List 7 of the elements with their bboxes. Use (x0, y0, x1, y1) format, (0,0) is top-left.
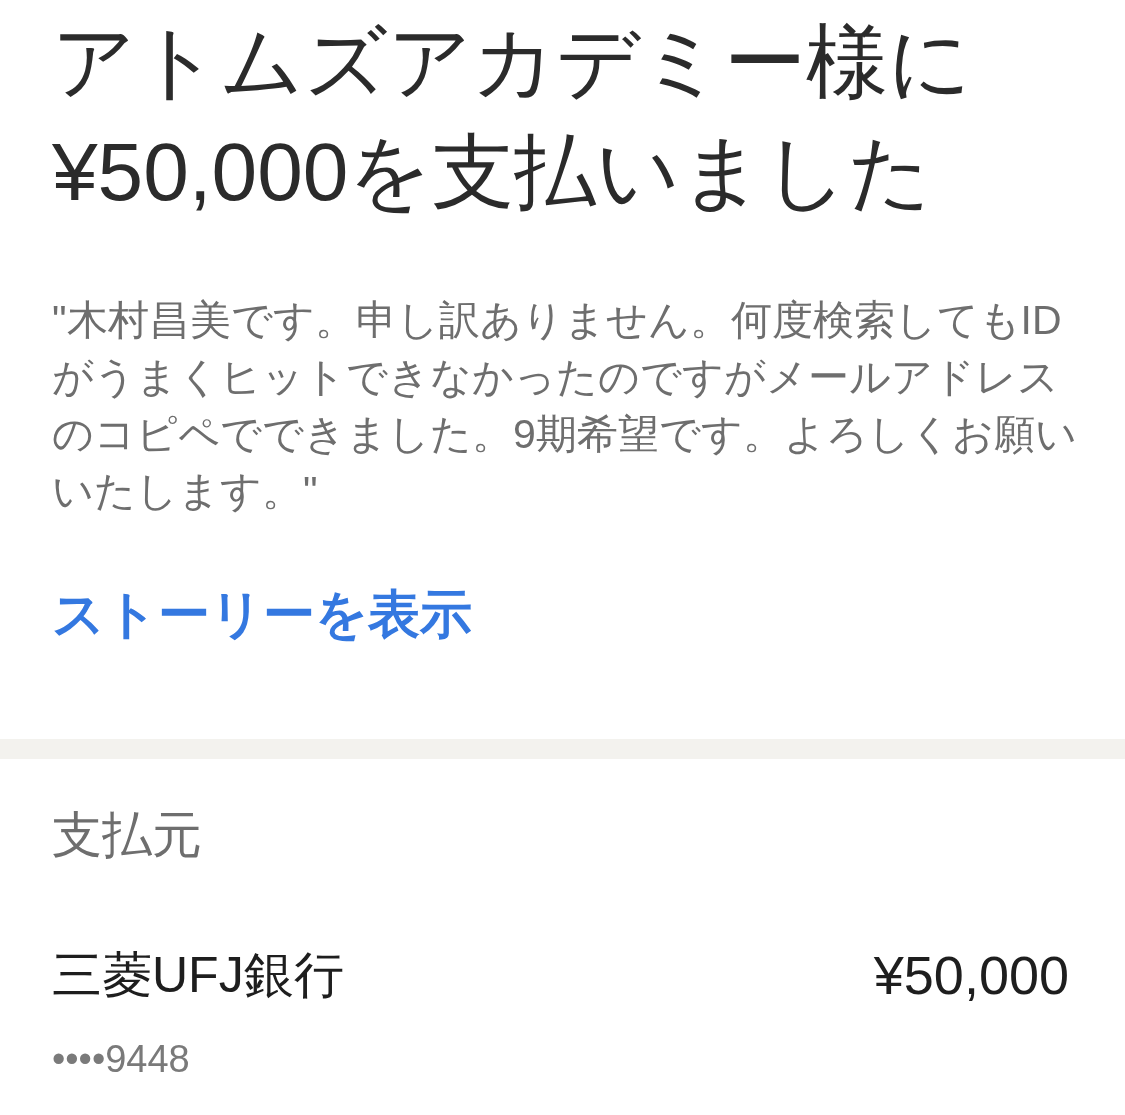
payment-message: "木村昌美です。申し訳ありません。何度検索してもIDがうまくヒットできなかったのですがメールアドレスのコピペでできました。9期希望です。よろしくお願いいたします。" (52, 296, 1078, 516)
bank-name: 三菱UFJ銀行 (52, 946, 344, 1005)
view-story-link[interactable]: ストーリーを表示 (52, 579, 472, 649)
section-label: 支払元 (52, 806, 202, 865)
payment-title: アトムズアカデミー様に¥50,000を支払いました (52, 15, 973, 219)
payment-amount: ¥50,000 (873, 944, 1069, 1007)
account-number: ••••9448 (52, 1037, 190, 1082)
